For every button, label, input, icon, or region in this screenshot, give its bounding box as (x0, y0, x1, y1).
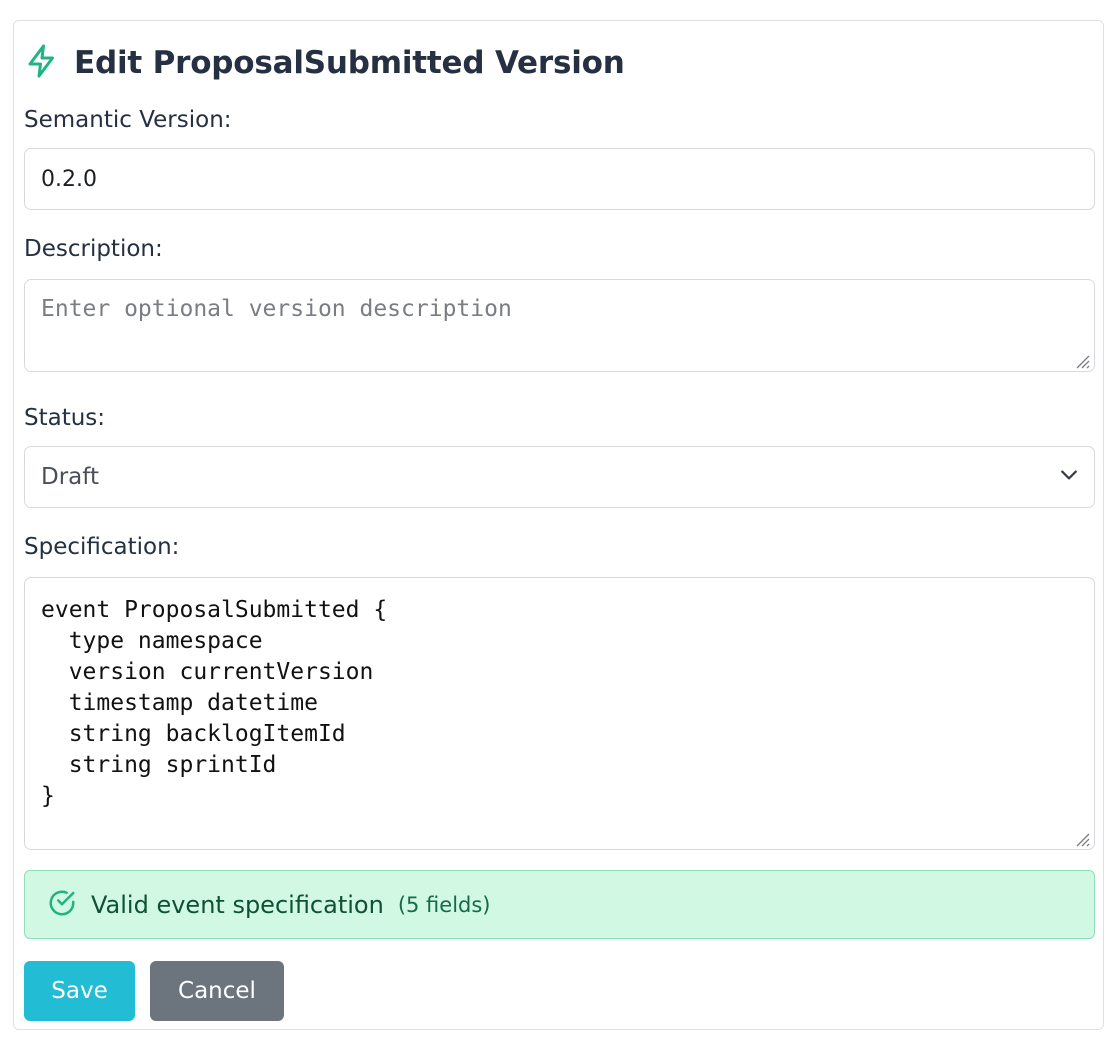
status-select[interactable]: Draft (24, 446, 1095, 508)
description-textarea[interactable]: Enter optional version description (24, 279, 1095, 372)
semantic-version-input[interactable]: 0.2.0 (24, 148, 1095, 210)
check-circle-icon (47, 888, 77, 922)
cancel-button[interactable]: Cancel (150, 961, 284, 1021)
card-header: Edit ProposalSubmitted Version (24, 43, 625, 83)
semantic-version-label: Semantic Version: (24, 107, 232, 133)
lightning-bolt-icon (24, 43, 60, 83)
status-selected-value: Draft (41, 464, 99, 490)
specification-label: Specification: (24, 534, 180, 560)
chevron-down-icon (1060, 464, 1078, 490)
validation-field-count: (5 fields) (397, 892, 491, 917)
specification-textarea[interactable]: event ProposalSubmitted { type namespace… (24, 577, 1095, 850)
page-title: Edit ProposalSubmitted Version (74, 45, 625, 81)
save-button[interactable]: Save (24, 961, 135, 1021)
resize-handle-icon[interactable] (1072, 351, 1090, 369)
status-label: Status: (24, 405, 106, 431)
resize-handle-icon[interactable] (1072, 829, 1090, 847)
edit-version-card: Edit ProposalSubmitted Version Semantic … (13, 20, 1104, 1030)
validation-alert: Valid event specification (5 fields) (24, 870, 1095, 939)
description-label: Description: (24, 236, 163, 262)
validation-message: Valid event specification (91, 890, 384, 919)
